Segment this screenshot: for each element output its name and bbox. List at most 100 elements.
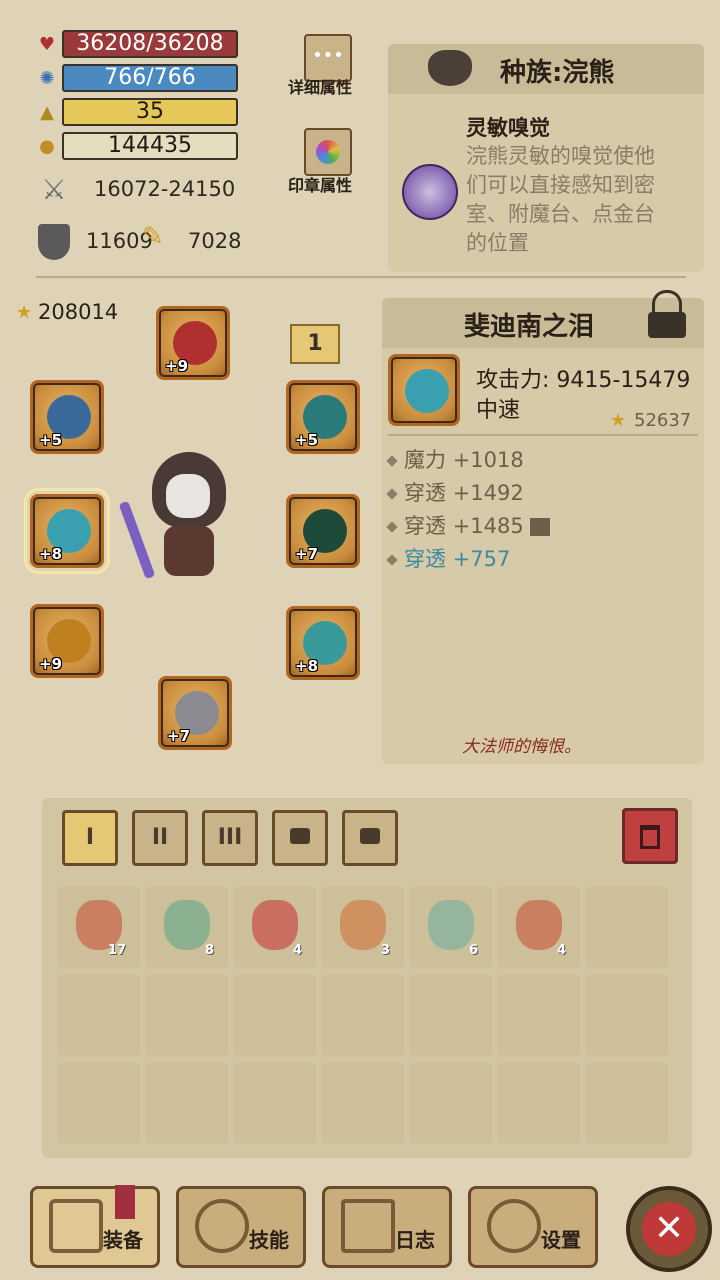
item-count: 3 bbox=[380, 943, 390, 958]
potion-icon bbox=[428, 900, 474, 950]
potion-icon bbox=[516, 900, 562, 950]
inventory-slot-empty[interactable] bbox=[146, 974, 228, 1056]
nav-log[interactable]: 日志 bbox=[322, 1186, 452, 1268]
bookmark-icon bbox=[115, 1185, 135, 1219]
nav-label: 设置 bbox=[541, 1228, 581, 1252]
hero-blade bbox=[118, 500, 156, 580]
inventory-slot[interactable]: 4 bbox=[234, 886, 316, 968]
level-icon: ▲ bbox=[40, 102, 54, 123]
detail-attributes-button[interactable]: 详细属性 bbox=[288, 74, 352, 98]
potion-icon bbox=[340, 900, 386, 950]
bag-tab-1[interactable]: I bbox=[62, 810, 118, 866]
bag-tab-2[interactable]: II bbox=[132, 810, 188, 866]
inventory-slot-empty[interactable] bbox=[234, 974, 316, 1056]
inventory-slot[interactable]: 3 bbox=[322, 886, 404, 968]
character-power: 208014 bbox=[38, 300, 119, 324]
gear-icon bbox=[487, 1199, 541, 1253]
inventory-slot-empty[interactable] bbox=[410, 1062, 492, 1144]
nav-label: 技能 bbox=[249, 1228, 289, 1252]
flower-seal-icon[interactable] bbox=[304, 128, 352, 176]
inventory-slot-empty[interactable] bbox=[322, 974, 404, 1056]
inventory-slot-empty[interactable] bbox=[58, 974, 140, 1056]
item-count: 17 bbox=[107, 943, 126, 958]
affix-row-highlight: 穿透 +757 bbox=[386, 543, 511, 573]
item-count: 4 bbox=[292, 943, 302, 958]
trash-button[interactable] bbox=[622, 808, 678, 864]
affix-label: 穿透 bbox=[404, 547, 446, 571]
affix-value: +1485 bbox=[452, 514, 524, 538]
amulet-slot[interactable]: +5 bbox=[286, 380, 360, 454]
race-panel: 种族:浣熊 灵敏嗅觉 浣熊灵敏的嗅觉使他们可以直接感知到密室、附魔台、点金台的位… bbox=[388, 44, 704, 272]
slot-level: +7 bbox=[295, 545, 319, 563]
boots-slot[interactable]: +7 bbox=[158, 676, 232, 750]
inventory-slot-empty[interactable] bbox=[586, 974, 668, 1056]
item-preview bbox=[388, 354, 460, 426]
affix-value: +1018 bbox=[452, 448, 524, 472]
trash-icon bbox=[640, 825, 660, 849]
inventory-slot[interactable]: 8 bbox=[146, 886, 228, 968]
inventory-slot-empty[interactable] bbox=[586, 1062, 668, 1144]
helmet-slot[interactable]: +9 bbox=[156, 306, 230, 380]
inventory-slot-empty[interactable] bbox=[146, 1062, 228, 1144]
affix-value: +757 bbox=[452, 547, 511, 571]
inventory-slot-empty[interactable] bbox=[586, 886, 668, 968]
item-attack: 攻击力: 9415-15479 bbox=[476, 368, 691, 393]
seal-attributes-button[interactable]: 印章属性 bbox=[288, 172, 352, 196]
item-name: 斐迪南之泪 bbox=[464, 312, 595, 342]
axe-icon bbox=[49, 1199, 103, 1253]
skill-sun-icon bbox=[195, 1199, 249, 1253]
hp-bar: 36208/36208 bbox=[62, 30, 238, 58]
slot-level: +5 bbox=[39, 431, 63, 449]
inventory-slot-empty[interactable] bbox=[498, 974, 580, 1056]
nav-label: 日志 bbox=[395, 1228, 435, 1252]
weapon-slot[interactable]: +8 bbox=[24, 488, 110, 574]
item-speed: 中速 bbox=[476, 398, 521, 423]
affix-row: 穿透 +1485 bbox=[386, 510, 551, 540]
inventory-slot[interactable]: 17 bbox=[58, 886, 140, 968]
nav-equipment[interactable]: 装备 bbox=[30, 1185, 160, 1268]
trait-description: 浣熊灵敏的嗅觉使他们可以直接感知到密室、附魔台、点金台的位置 bbox=[466, 144, 655, 255]
inventory-slot[interactable]: 6 bbox=[410, 886, 492, 968]
potion-icon bbox=[252, 900, 298, 950]
star-icon: ★ bbox=[16, 302, 33, 323]
inventory-slot[interactable]: 4 bbox=[498, 886, 580, 968]
star-icon: ★ bbox=[610, 410, 627, 431]
affix-value: +1492 bbox=[452, 481, 524, 505]
bag-tab-3[interactable]: III bbox=[202, 810, 258, 866]
item-count: 8 bbox=[204, 943, 214, 958]
item-flavor-text: 大法师的悔恨。 bbox=[462, 737, 581, 757]
bag-tab-locked-2[interactable] bbox=[342, 810, 398, 866]
image-icon bbox=[530, 518, 551, 536]
inventory-slot-empty[interactable] bbox=[498, 1062, 580, 1144]
close-button[interactable]: ✕ bbox=[626, 1186, 712, 1272]
race-title: 种族:浣熊 bbox=[500, 58, 615, 88]
bag-tab-locked-1[interactable] bbox=[272, 810, 328, 866]
slot-level: +8 bbox=[39, 545, 63, 563]
inventory-slot-empty[interactable] bbox=[410, 974, 492, 1056]
inventory-slot-empty[interactable] bbox=[58, 1062, 140, 1144]
inventory-slot-empty[interactable] bbox=[234, 1062, 316, 1144]
affix-row: 穿透 +1492 bbox=[386, 477, 524, 507]
magic-value: 7028 bbox=[188, 229, 242, 253]
nav-settings[interactable]: 设置 bbox=[468, 1186, 598, 1268]
inventory-slot-empty[interactable] bbox=[322, 1062, 404, 1144]
page-badge[interactable]: 1 bbox=[290, 324, 340, 364]
offhand-slot[interactable]: +9 bbox=[30, 604, 104, 678]
ring-slot[interactable]: +5 bbox=[30, 380, 104, 454]
item-count: 4 bbox=[556, 943, 566, 958]
slot-level: +9 bbox=[165, 357, 189, 375]
lock-icon bbox=[290, 828, 310, 844]
journal-icon bbox=[341, 1199, 395, 1253]
raccoon-trait-icon bbox=[402, 164, 458, 220]
raccoon-icon bbox=[428, 50, 472, 86]
affix-label: 穿透 bbox=[404, 481, 446, 505]
slot-level: +8 bbox=[295, 657, 319, 675]
belt-slot[interactable]: +8 bbox=[286, 606, 360, 680]
nav-skills[interactable]: 技能 bbox=[176, 1186, 306, 1268]
armor-slot[interactable]: +7 bbox=[286, 494, 360, 568]
hero-character[interactable] bbox=[118, 452, 232, 592]
item-divider bbox=[388, 434, 698, 436]
nav-label: 装备 bbox=[103, 1228, 143, 1252]
level-bar: 35 bbox=[62, 98, 238, 126]
mp-bar: 766/766 bbox=[62, 64, 238, 92]
